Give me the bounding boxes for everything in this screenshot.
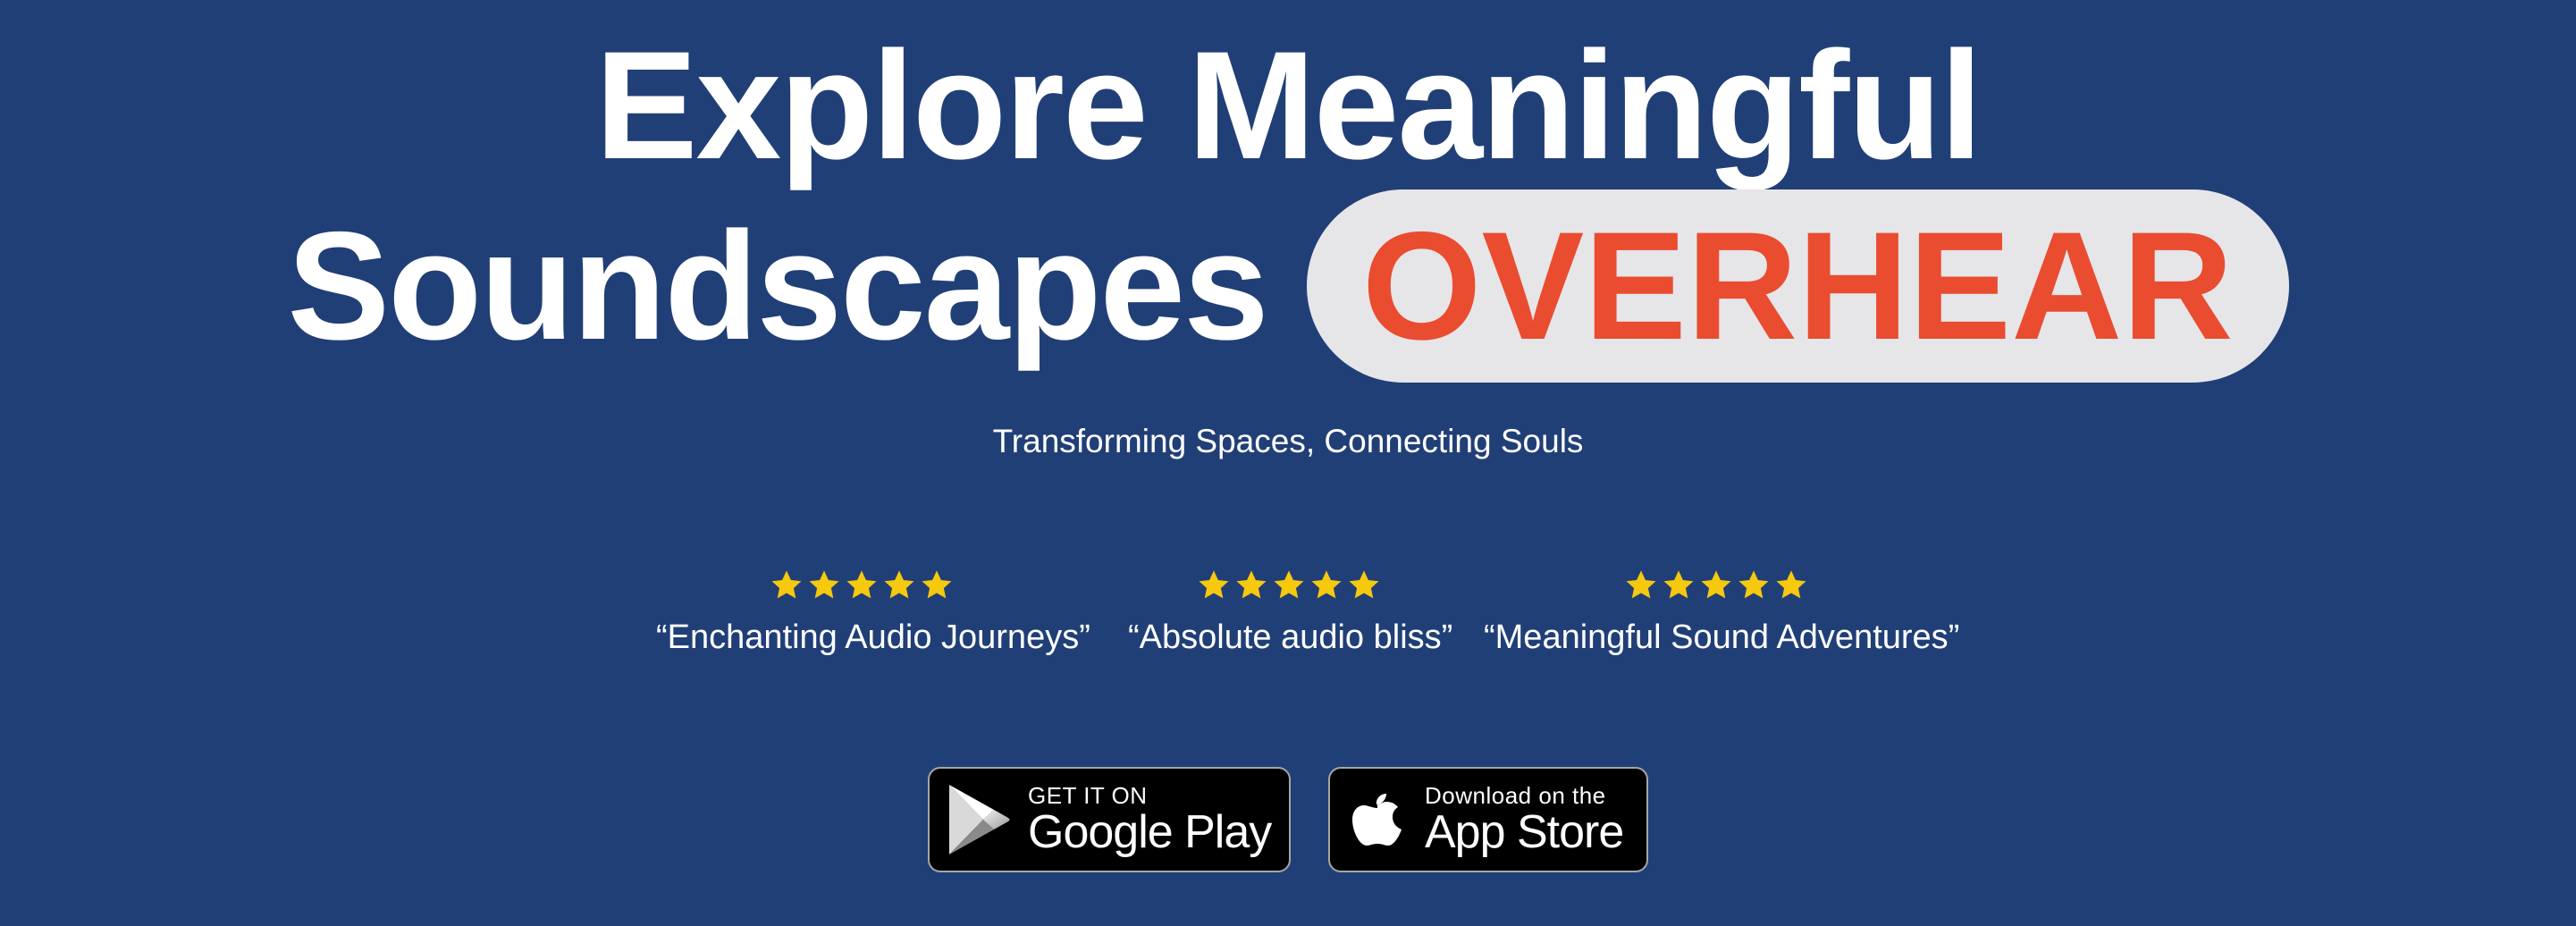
review-quote: “Absolute audio bliss” [1128, 619, 1453, 656]
google-play-small-label: GET IT ON [1028, 782, 1148, 809]
star-rating [1484, 568, 1949, 608]
star-icon [1701, 570, 1731, 599]
star-icon [1274, 570, 1304, 599]
brand-name: OVERHEAR [1361, 200, 2234, 372]
review-quote: “Meaningful Sound Adventures” [1484, 619, 1960, 656]
app-store-label: App Store [1425, 806, 1624, 858]
star-icon [1199, 570, 1229, 599]
store-badges: GET IT ON Google Play Download on the Ap… [0, 767, 2576, 874]
app-store-button[interactable]: Download on the App Store [1328, 767, 1648, 872]
google-play-icon [930, 769, 1028, 871]
star-icon [1349, 570, 1379, 599]
star-icon [922, 570, 952, 599]
star-icon [1626, 570, 1656, 599]
app-store-small-label: Download on the [1425, 782, 1606, 809]
apple-icon [1330, 769, 1425, 871]
star-icon [771, 570, 802, 599]
google-play-label: Google Play [1028, 806, 1272, 858]
headline-soundscapes: Soundscapes [287, 200, 1268, 372]
app-store-texts: Download on the App Store [1425, 782, 1624, 858]
star-rating [656, 568, 1067, 608]
headline-line-1: Explore Meaningful [594, 20, 1983, 191]
review-quote: “Enchanting Audio Journeys” [656, 619, 1090, 656]
hero-section: Explore Meaningful Soundscapes OVERHEAR … [0, 0, 2576, 926]
star-icon [1236, 570, 1267, 599]
review-1: “Enchanting Audio Journeys” [656, 568, 1090, 658]
brand-pill: OVERHEAR [1306, 189, 2289, 383]
star-icon [1311, 570, 1342, 599]
tagline: Transforming Spaces, Connecting Souls [992, 423, 1584, 459]
headline-line-2: Soundscapes OVERHEAR [0, 189, 2576, 383]
review-3: “Meaningful Sound Adventures” [1484, 568, 1960, 658]
star-icon [1776, 570, 1806, 599]
reviews-row: “Enchanting Audio Journeys” “Absolute au… [0, 568, 2576, 667]
star-icon [846, 570, 877, 599]
review-2: “Absolute audio bliss” [1128, 568, 1453, 658]
google-play-texts: GET IT ON Google Play [1028, 782, 1272, 858]
star-icon [884, 570, 914, 599]
star-rating [1128, 568, 1450, 608]
star-icon [1663, 570, 1694, 599]
star-icon [809, 570, 839, 599]
google-play-button[interactable]: GET IT ON Google Play [928, 767, 1291, 872]
star-icon [1738, 570, 1769, 599]
